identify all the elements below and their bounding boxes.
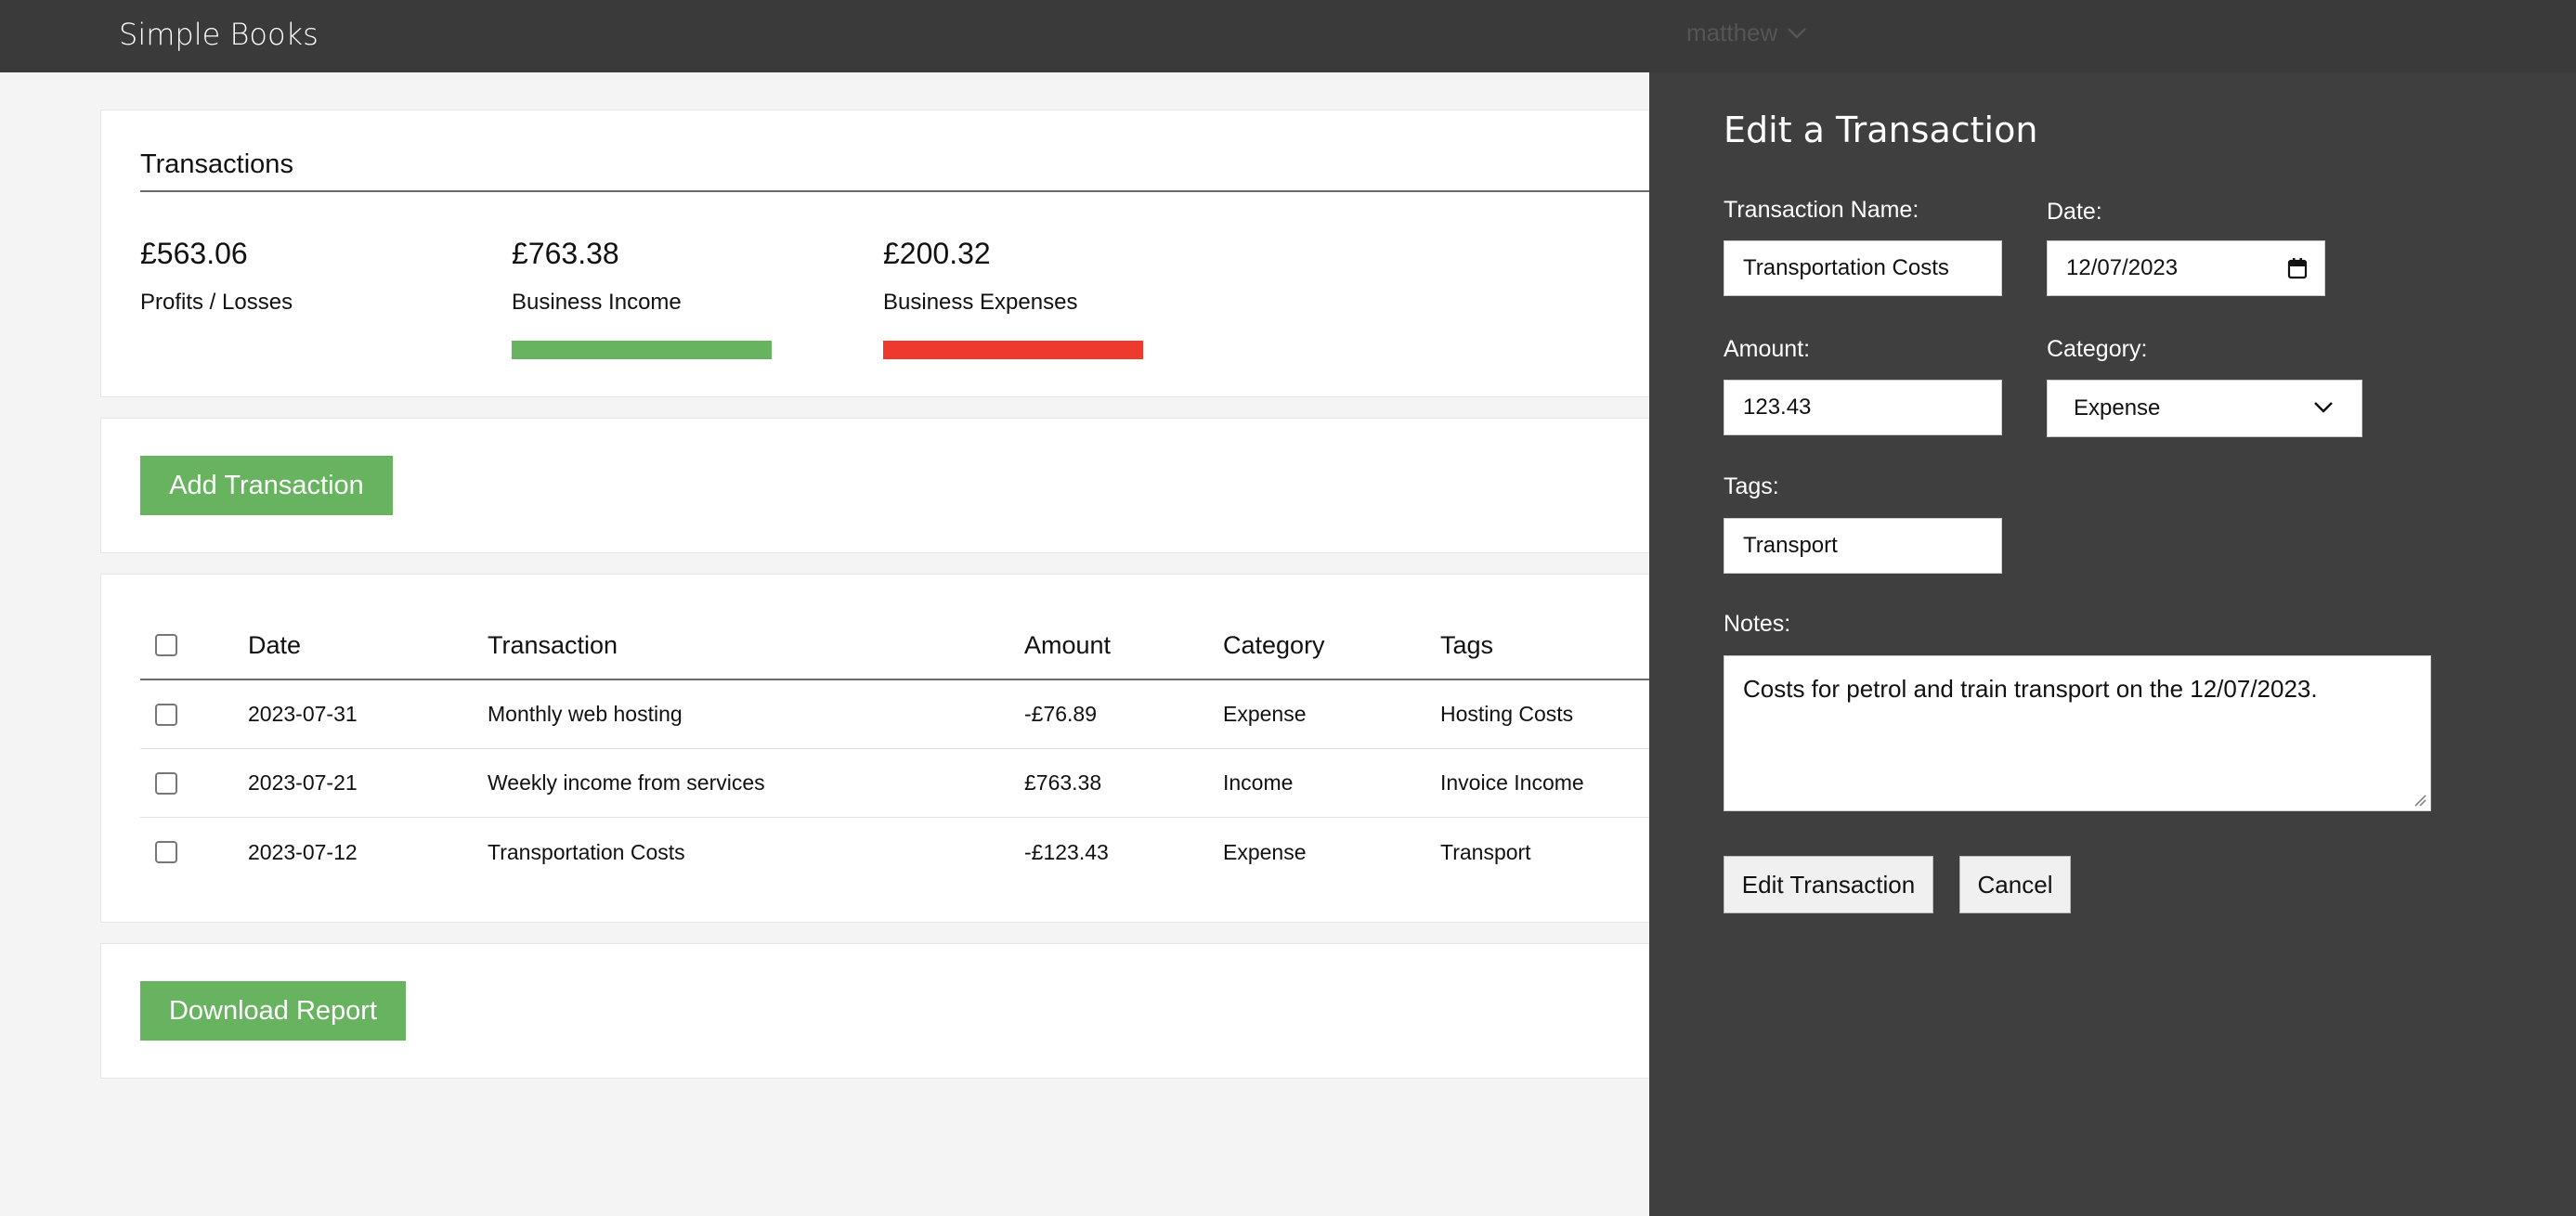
table-row[interactable]: 2023-07-21 Weekly income from services £…	[140, 749, 1719, 818]
transaction-name-value: Transportation Costs	[1743, 255, 1949, 280]
cell-amount: -£76.89	[1024, 702, 1098, 726]
top-navbar: Simple Books matthew	[0, 0, 2576, 72]
header-amount[interactable]: Amount	[1024, 631, 1111, 660]
edit-transaction-submit-button[interactable]: Edit Transaction	[1724, 856, 1933, 913]
panel-title: Edit a Transaction	[1724, 110, 2038, 150]
divider	[140, 190, 1719, 192]
date-value: 12/07/2023	[2066, 255, 2179, 280]
tags-label: Tags:	[1724, 473, 1779, 499]
stat-expenses: £200.32 Business Expenses	[883, 237, 1077, 316]
cell-date: 2023-07-12	[248, 839, 358, 864]
summary-card: Transactions £563.06 Profits / Losses £7…	[100, 110, 1719, 397]
cell-date: 2023-07-21	[248, 770, 358, 795]
table-header-row: Date Transaction Amount Category Tags	[140, 612, 1719, 680]
cell-transaction: Monthly web hosting	[488, 702, 683, 726]
notes-textarea[interactable]: Costs for petrol and train transport on …	[1724, 655, 2431, 811]
cell-tags: Transport	[1440, 839, 1531, 864]
date-input[interactable]: 12/07/2023	[2047, 240, 2325, 296]
resize-handle-icon[interactable]	[2413, 794, 2426, 807]
tags-value: Transport	[1743, 533, 1838, 558]
notes-value: Costs for petrol and train transport on …	[1743, 675, 2318, 703]
cell-date: 2023-07-31	[248, 702, 358, 726]
cell-category: Income	[1223, 770, 1294, 795]
add-transaction-card: Add Transaction	[100, 418, 1679, 553]
calendar-icon[interactable]	[2287, 257, 2308, 279]
chevron-down-icon	[1788, 27, 1807, 39]
row-checkbox[interactable]	[155, 771, 177, 795]
select-all-checkbox[interactable]	[155, 634, 177, 656]
download-report-card: Download Report	[100, 943, 1679, 1079]
edit-transaction-panel: Edit a Transaction Transaction Name: Tra…	[1649, 72, 2576, 1216]
chevron-down-icon	[2314, 402, 2333, 413]
header-category[interactable]: Category	[1223, 631, 1325, 660]
amount-label: Amount:	[1724, 336, 1811, 362]
category-label: Category:	[2047, 336, 2148, 362]
category-select[interactable]: Expense	[2047, 380, 2362, 437]
cell-amount: -£123.43	[1024, 839, 1109, 864]
table-row[interactable]: 2023-07-12 Transportation Costs -£123.43…	[140, 818, 1719, 886]
user-menu[interactable]: matthew	[1686, 19, 1807, 47]
row-checkbox[interactable]	[155, 841, 177, 863]
summary-title: Transactions	[140, 149, 293, 179]
header-date[interactable]: Date	[248, 631, 301, 660]
header-transaction[interactable]: Transaction	[488, 631, 618, 660]
cell-amount: £763.38	[1024, 770, 1102, 795]
income-bar	[512, 341, 772, 359]
cell-transaction: Weekly income from services	[488, 770, 765, 795]
row-checkbox[interactable]	[155, 703, 177, 726]
date-label: Date:	[2047, 199, 2102, 225]
expenses-label: Business Expenses	[883, 290, 1078, 315]
user-name: matthew	[1686, 19, 1778, 46]
stat-income: £763.38 Business Income	[512, 237, 682, 316]
profits-value: £563.06	[140, 237, 248, 270]
amount-input[interactable]: 123.43	[1724, 380, 2002, 435]
tags-input[interactable]: Transport	[1724, 518, 2002, 574]
table-row[interactable]: 2023-07-31 Monthly web hosting -£76.89 E…	[140, 680, 1719, 749]
notes-label: Notes:	[1724, 611, 1791, 637]
transactions-table: Date Transaction Amount Category Tags 20…	[140, 612, 1719, 886]
category-value: Expense	[2074, 395, 2161, 420]
add-transaction-button[interactable]: Add Transaction	[140, 456, 393, 515]
cell-category: Expense	[1223, 702, 1307, 726]
income-label: Business Income	[512, 290, 682, 315]
profits-label: Profits / Losses	[140, 290, 293, 315]
transaction-name-label: Transaction Name:	[1724, 197, 1919, 223]
transaction-name-input[interactable]: Transportation Costs	[1724, 240, 2002, 296]
app-brand[interactable]: Simple Books	[119, 17, 319, 52]
amount-value: 123.43	[1743, 395, 1812, 420]
expenses-bar	[883, 341, 1143, 359]
expenses-value: £200.32	[883, 237, 991, 270]
cell-category: Expense	[1223, 839, 1307, 864]
header-tags[interactable]: Tags	[1440, 631, 1493, 660]
cell-tags: Invoice Income	[1440, 770, 1584, 795]
cancel-button[interactable]: Cancel	[1959, 856, 2071, 913]
cell-transaction: Transportation Costs	[488, 839, 685, 864]
download-report-button[interactable]: Download Report	[140, 981, 406, 1041]
stat-profits: £563.06 Profits / Losses	[140, 237, 293, 316]
cell-tags: Hosting Costs	[1440, 702, 1574, 726]
income-value: £763.38	[512, 237, 619, 270]
transactions-table-card: Date Transaction Amount Category Tags 20…	[100, 574, 1719, 923]
